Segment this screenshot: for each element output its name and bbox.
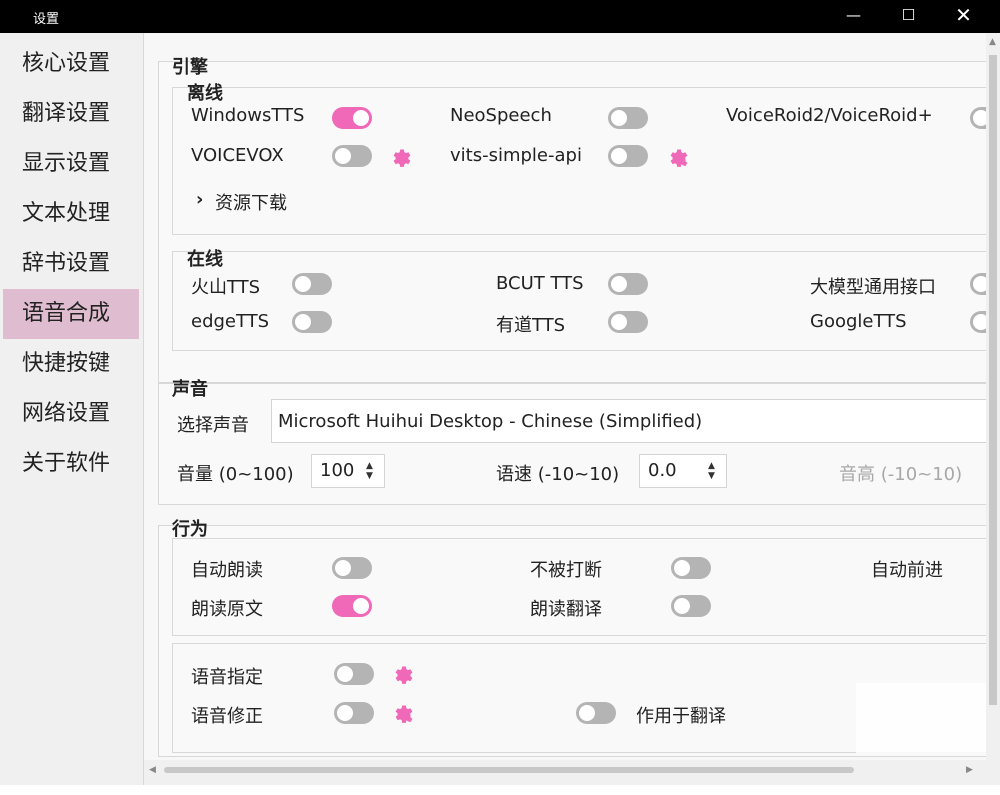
googletts-label: GoogleTTS bbox=[810, 311, 907, 332]
voicevox-toggle[interactable] bbox=[332, 145, 372, 167]
engine-title: 引擎 bbox=[172, 57, 208, 78]
volume-label: 音量 (0~100) bbox=[177, 464, 294, 485]
horizontal-scrollbar[interactable]: ◀ ▶ bbox=[144, 760, 986, 780]
sidebar-item-text[interactable]: 文本处理 bbox=[3, 189, 139, 239]
behavior-subgroup bbox=[172, 538, 986, 636]
spin-arrows-icon[interactable]: ▲ ▼ bbox=[366, 461, 376, 481]
voiceroid-toggle[interactable] bbox=[970, 107, 986, 129]
sidebar: 核心设置 翻译设置 显示设置 文本处理 辞书设置 语音合成 快捷按键 网络设置 … bbox=[0, 33, 144, 785]
online-title: 在线 bbox=[187, 249, 223, 270]
chevron-right-icon[interactable]: › bbox=[196, 189, 203, 210]
online-group bbox=[172, 251, 986, 351]
sidebar-item-translate[interactable]: 翻译设置 bbox=[3, 89, 139, 139]
offline-title: 离线 bbox=[187, 83, 223, 104]
vits-gear-icon[interactable] bbox=[665, 144, 689, 168]
minimize-icon[interactable]: — bbox=[826, 0, 881, 33]
read-translation-toggle[interactable] bbox=[671, 595, 711, 617]
voicevox-label: VOICEVOX bbox=[191, 145, 284, 166]
sidebar-item-hotkeys[interactable]: 快捷按键 bbox=[3, 339, 139, 389]
apply-translation-label: 作用于翻译 bbox=[636, 706, 726, 727]
voiceroid-label: VoiceRoid2/VoiceRoid+ bbox=[726, 105, 933, 126]
speed-spinbox[interactable]: 0.0 ▲ ▼ bbox=[639, 454, 727, 488]
settings-content: 引擎 离线 WindowsTTS NeoSpeech VoiceRoid2/Vo… bbox=[144, 33, 986, 760]
main-area: 核心设置 翻译设置 显示设置 文本处理 辞书设置 语音合成 快捷按键 网络设置 … bbox=[0, 33, 1000, 785]
bcut-tts-toggle[interactable] bbox=[608, 273, 648, 295]
auto-read-toggle[interactable] bbox=[332, 557, 372, 579]
volcano-tts-toggle[interactable] bbox=[292, 273, 332, 295]
close-icon[interactable]: ✕ bbox=[936, 0, 991, 33]
window-title: 设置 bbox=[33, 12, 60, 27]
horizontal-scroll-thumb[interactable] bbox=[164, 767, 854, 773]
voice-select-label: 选择声音 bbox=[177, 415, 249, 436]
speed-label: 语速 (-10~10) bbox=[496, 464, 620, 485]
vits-label: vits-simple-api bbox=[450, 145, 582, 166]
scroll-up-icon[interactable]: ▲ bbox=[989, 37, 996, 47]
vits-toggle[interactable] bbox=[608, 145, 648, 167]
speed-value: 0.0 bbox=[648, 460, 677, 481]
volume-spinbox[interactable]: 100 ▲ ▼ bbox=[311, 454, 385, 488]
title-bar: 设置 — ☐ ✕ bbox=[0, 0, 1000, 33]
sidebar-item-display[interactable]: 显示设置 bbox=[3, 139, 139, 189]
voicevox-gear-icon[interactable] bbox=[388, 144, 412, 168]
voice-fix-label: 语音修正 bbox=[191, 706, 263, 727]
edgetts-label: edgeTTS bbox=[191, 311, 270, 332]
vertical-scrollbar[interactable]: ▲ bbox=[986, 33, 1000, 760]
voice-assign-toggle[interactable] bbox=[334, 663, 374, 685]
auto-advance-label: 自动前进 bbox=[871, 560, 943, 581]
voice-assign-gear-icon[interactable] bbox=[390, 661, 414, 685]
volume-value: 100 bbox=[320, 460, 355, 481]
resource-download-link[interactable]: 资源下载 bbox=[215, 189, 287, 215]
youdao-tts-label: 有道TTS bbox=[496, 315, 566, 336]
llm-api-toggle[interactable] bbox=[970, 273, 986, 295]
volcano-tts-label: 火山TTS bbox=[191, 277, 261, 298]
maximize-icon[interactable]: ☐ bbox=[881, 0, 936, 33]
no-interrupt-label: 不被打断 bbox=[530, 560, 602, 581]
spin-arrows-icon[interactable]: ▲ ▼ bbox=[708, 461, 718, 481]
voice-fix-gear-icon[interactable] bbox=[390, 700, 414, 724]
sidebar-item-core[interactable]: 核心设置 bbox=[3, 39, 139, 89]
no-interrupt-toggle[interactable] bbox=[671, 557, 711, 579]
scroll-right-icon[interactable]: ▶ bbox=[966, 765, 973, 775]
bcut-tts-label: BCUT TTS bbox=[496, 273, 584, 294]
auto-read-label: 自动朗读 bbox=[191, 560, 263, 581]
edgetts-toggle[interactable] bbox=[292, 311, 332, 333]
sidebar-item-network[interactable]: 网络设置 bbox=[3, 389, 139, 439]
voice-fix-toggle[interactable] bbox=[334, 702, 374, 724]
googletts-toggle[interactable] bbox=[970, 311, 986, 333]
voice-title: 声音 bbox=[172, 379, 208, 400]
windowstts-toggle[interactable] bbox=[332, 107, 372, 129]
neospeech-toggle[interactable] bbox=[608, 107, 648, 129]
youdao-tts-toggle[interactable] bbox=[608, 311, 648, 333]
read-original-label: 朗读原文 bbox=[191, 599, 263, 620]
sidebar-item-about[interactable]: 关于软件 bbox=[3, 439, 139, 489]
sidebar-item-dict[interactable]: 辞书设置 bbox=[3, 239, 139, 289]
voice-select[interactable]: Microsoft Huihui Desktop - Chinese (Simp… bbox=[271, 399, 986, 443]
apply-translation-toggle[interactable] bbox=[576, 702, 616, 724]
read-original-toggle[interactable] bbox=[332, 595, 372, 617]
scroll-left-icon[interactable]: ◀ bbox=[149, 765, 156, 775]
windowstts-label: WindowsTTS bbox=[191, 105, 305, 126]
pitch-label: 音高 (-10~10) bbox=[839, 464, 963, 485]
blur-overlay bbox=[856, 683, 986, 753]
llm-api-label: 大模型通用接口 bbox=[810, 277, 936, 298]
sidebar-item-tts[interactable]: 语音合成 bbox=[3, 289, 139, 339]
vertical-scroll-thumb[interactable] bbox=[989, 55, 997, 705]
voice-assign-label: 语音指定 bbox=[191, 667, 263, 688]
read-translation-label: 朗读翻译 bbox=[530, 599, 602, 620]
neospeech-label: NeoSpeech bbox=[450, 105, 552, 126]
